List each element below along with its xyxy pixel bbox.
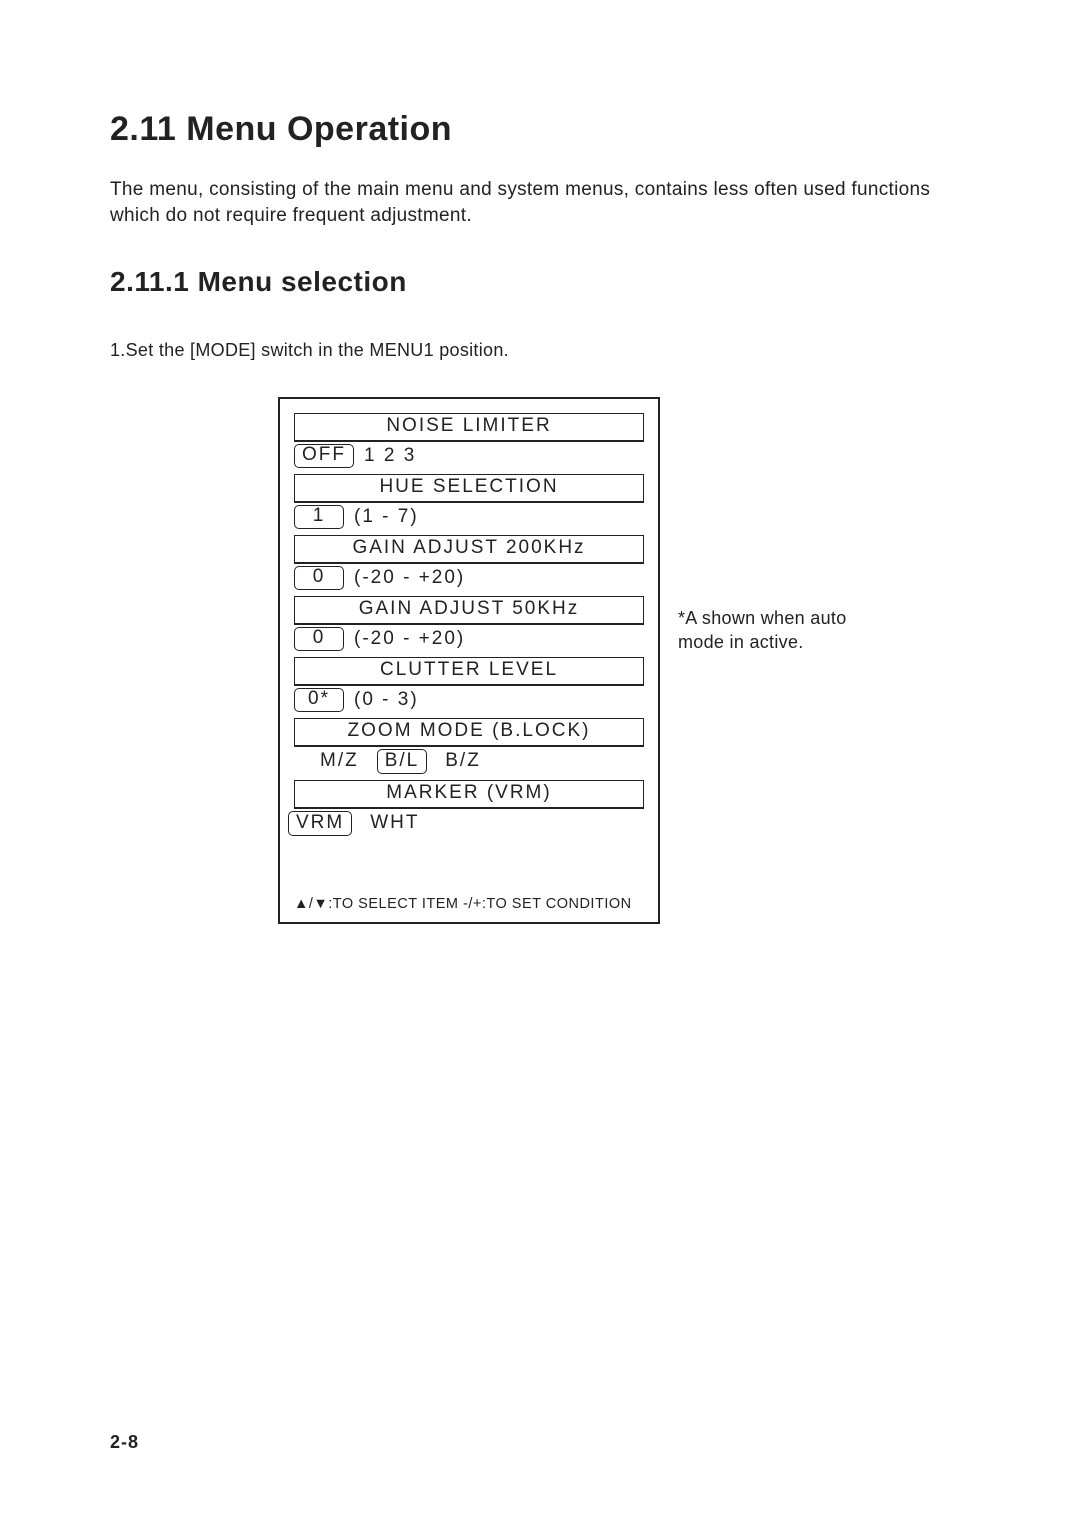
step-1: 1.Set the [MODE] switch in the MENU1 pos… — [110, 340, 980, 361]
menu-option-selected: B/L — [377, 749, 428, 774]
section-heading: 2.11 Menu Operation — [110, 110, 980, 149]
menu-item-title: CLUTTER LEVEL — [294, 657, 644, 686]
menu-screen: NOISE LIMITER OFF 1 2 3 HUE SELECTION 1 … — [278, 397, 660, 923]
menu-value-range: (0 - 3) — [344, 689, 419, 711]
menu-value-range: (1 - 7) — [344, 506, 419, 528]
menu-item-value-row: 0 (-20 - +20) — [294, 625, 644, 655]
menu-selected-value: OFF — [294, 444, 354, 468]
menu-item-value-row: 0* (0 - 3) — [294, 686, 644, 716]
menu-item-title: MARKER (VRM) — [294, 780, 644, 809]
side-note: *A shown when auto mode in active. — [678, 607, 848, 654]
menu-option: WHT — [352, 812, 437, 834]
menu-item-title: ZOOM MODE (B.LOCK) — [294, 718, 644, 747]
figure-row: NOISE LIMITER OFF 1 2 3 HUE SELECTION 1 … — [110, 397, 980, 923]
menu-item-title: NOISE LIMITER — [294, 413, 644, 442]
menu-item-noise-limiter: NOISE LIMITER OFF 1 2 3 — [294, 413, 644, 472]
menu-selected-value: 0* — [294, 688, 344, 712]
menu-item-title: GAIN ADJUST 200KHz — [294, 535, 644, 564]
menu-selected-value: 1 — [294, 505, 344, 529]
menu-footer-text: :TO SELECT ITEM -/+:TO SET CONDITION — [328, 896, 631, 912]
triangle-down-icon: ▼ — [313, 896, 328, 912]
menu-option: B/Z — [427, 750, 499, 772]
triangle-up-icon: ▲ — [294, 896, 309, 912]
intro-paragraph: The menu, consisting of the main menu an… — [110, 177, 980, 228]
menu-item-clutter-level: CLUTTER LEVEL 0* (0 - 3) — [294, 657, 644, 716]
menu-item-zoom-mode: ZOOM MODE (B.LOCK) M/Z B/L B/Z — [294, 718, 644, 778]
page-number: 2-8 — [110, 1432, 139, 1453]
menu-item-title: HUE SELECTION — [294, 474, 644, 503]
menu-item-value-row: 1 (1 - 7) — [294, 503, 644, 533]
page: 2.11 Menu Operation The menu, consisting… — [0, 0, 1080, 1525]
menu-item-gain-50khz: GAIN ADJUST 50KHz 0 (-20 - +20) — [294, 596, 644, 655]
menu-footer: ▲/▼:TO SELECT ITEM -/+:TO SET CONDITION — [294, 896, 644, 912]
menu-selected-value: 0 — [294, 627, 344, 651]
menu-selected-value: 0 — [294, 566, 344, 590]
menu-value-range: (-20 - +20) — [344, 628, 465, 650]
menu-option: M/Z — [302, 750, 377, 772]
menu-item-value-row: OFF 1 2 3 — [294, 442, 644, 472]
subsection-heading: 2.11.1 Menu selection — [110, 266, 980, 298]
menu-item-marker: MARKER (VRM) VRM WHT — [294, 780, 644, 840]
menu-item-value-row: M/Z B/L B/Z — [294, 747, 644, 778]
menu-item-title: GAIN ADJUST 50KHz — [294, 596, 644, 625]
menu-option-selected: VRM — [288, 811, 352, 836]
menu-item-value-row: VRM WHT — [294, 809, 644, 840]
menu-item-value-row: 0 (-20 - +20) — [294, 564, 644, 594]
menu-item-gain-200khz: GAIN ADJUST 200KHz 0 (-20 - +20) — [294, 535, 644, 594]
menu-value-range: (-20 - +20) — [344, 567, 465, 589]
menu-item-hue-selection: HUE SELECTION 1 (1 - 7) — [294, 474, 644, 533]
menu-value-range: 1 2 3 — [354, 445, 416, 467]
